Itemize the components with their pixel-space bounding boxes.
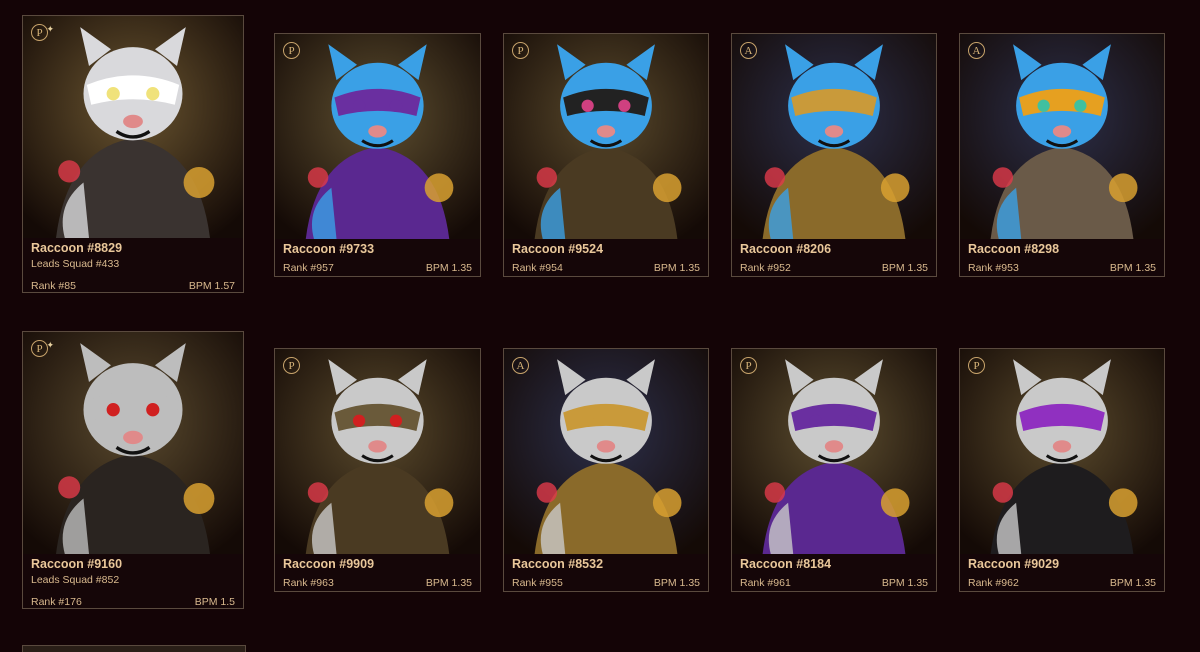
star-icon: ✦ <box>46 24 54 34</box>
bpm-label: BPM 1.35 <box>425 262 472 274</box>
raccoon-artwork <box>23 332 243 554</box>
raccoon-card[interactable]: P Raccoon #9029 Rank #962 BPM 1.35 <box>959 348 1165 592</box>
bpm-label: BPM 1.35 <box>653 262 700 274</box>
bpm-label: BPM 1.35 <box>653 577 700 589</box>
rank-label: Rank #961 <box>740 577 791 589</box>
raccoon-artwork <box>504 349 708 554</box>
squad-label: Leads Squad #433 <box>31 258 120 270</box>
raccoon-card[interactable]: P ✦ Raccoon #9160 Leads Squad #852 Rank #176… <box>22 331 244 609</box>
rank-label: Rank #963 <box>283 577 334 589</box>
rank-label: Rank #952 <box>740 262 791 274</box>
bpm-label: BPM 1.35 <box>1109 262 1156 274</box>
card-info: Raccoon #9909 Rank #963 BPM 1.35 <box>283 557 472 589</box>
card-info: Raccoon #9733 Rank #957 BPM 1.35 <box>283 242 472 274</box>
rank-bpm-row: Rank #962 BPM 1.35 <box>968 577 1156 589</box>
rarity-badge-icon: A <box>512 357 529 374</box>
bpm-label: BPM 1.35 <box>881 577 928 589</box>
raccoon-artwork <box>732 349 936 554</box>
card-title: Raccoon #9160 <box>31 557 123 571</box>
card-title: Raccoon #8298 <box>968 242 1060 256</box>
star-icon: ✦ <box>46 340 54 350</box>
card-info: Raccoon #8206 Rank #952 BPM 1.35 <box>740 242 928 274</box>
rank-bpm-row: Rank #955 BPM 1.35 <box>512 577 700 589</box>
rank-label: Rank #954 <box>512 262 563 274</box>
rarity-badge-icon: P <box>283 42 300 59</box>
rank-label: Rank #955 <box>512 577 563 589</box>
rank-label: Rank #957 <box>283 262 334 274</box>
rank-label: Rank #953 <box>968 262 1019 274</box>
rank-label: Rank #176 <box>31 596 82 608</box>
card-title: Raccoon #9524 <box>512 242 604 256</box>
rarity-badge-icon: A <box>968 42 985 59</box>
rank-bpm-row: Rank #952 BPM 1.35 <box>740 262 928 274</box>
rarity-badge-icon: P ✦ <box>31 24 54 41</box>
card-title: Raccoon #8829 <box>31 241 123 255</box>
raccoon-card[interactable]: P Raccoon #9909 Rank #963 BPM 1.35 <box>274 348 481 592</box>
rank-bpm-row: Rank #954 BPM 1.35 <box>512 262 700 274</box>
raccoon-card[interactable]: P Raccoon #8184 Rank #961 BPM 1.35 <box>731 348 937 592</box>
card-info: Raccoon #9029 Rank #962 BPM 1.35 <box>968 557 1156 589</box>
bpm-label: BPM 1.35 <box>881 262 928 274</box>
rarity-badge-icon: P <box>283 357 300 374</box>
rank-bpm-row: Rank #963 BPM 1.35 <box>283 577 472 589</box>
rank-bpm-row: Rank #953 BPM 1.35 <box>968 262 1156 274</box>
raccoon-artwork <box>960 34 1164 239</box>
rank-bpm-row: Rank #176 BPM 1.5 <box>31 596 235 608</box>
card-info: Raccoon #9524 Rank #954 BPM 1.35 <box>512 242 700 274</box>
rarity-badge-icon: P <box>968 357 985 374</box>
raccoon-artwork <box>960 349 1164 554</box>
rarity-badge-icon: A <box>740 42 757 59</box>
bpm-label: BPM 1.5 <box>194 596 235 608</box>
raccoon-card[interactable]: A Raccoon #8206 Rank #952 BPM 1.35 <box>731 33 937 277</box>
raccoon-card[interactable]: A Raccoon #8532 Rank #955 BPM 1.35 <box>503 348 709 592</box>
card-title: Raccoon #9733 <box>283 242 375 256</box>
rank-label: Rank #85 <box>31 280 76 292</box>
rarity-badge-icon: P <box>740 357 757 374</box>
raccoon-card[interactable]: A Raccoon #8298 Rank #953 BPM 1.35 <box>959 33 1165 277</box>
bpm-label: BPM 1.35 <box>1109 577 1156 589</box>
raccoon-card[interactable]: P Raccoon #9733 Rank #957 BPM 1.35 <box>274 33 481 277</box>
raccoon-artwork <box>504 34 708 239</box>
card-info: Raccoon #8829 Leads Squad #433 Rank #85 BPM… <box>31 241 235 292</box>
rank-bpm-row: Rank #85 BPM 1.57 <box>31 280 235 292</box>
squad-label: Leads Squad #852 <box>31 574 120 586</box>
raccoon-artwork <box>23 16 243 238</box>
bpm-label: BPM 1.57 <box>188 280 235 292</box>
card-info: Raccoon #8532 Rank #955 BPM 1.35 <box>512 557 700 589</box>
card-title: Raccoon #9029 <box>968 557 1060 571</box>
rank-bpm-row: Rank #961 BPM 1.35 <box>740 577 928 589</box>
raccoon-artwork <box>275 34 480 239</box>
bpm-label: BPM 1.35 <box>425 577 472 589</box>
card-title: Raccoon #8532 <box>512 557 604 571</box>
card-title: Raccoon #9909 <box>283 557 375 571</box>
rarity-badge-icon: P ✦ <box>31 340 54 357</box>
raccoon-card[interactable]: P Raccoon #9524 Rank #954 BPM 1.35 <box>503 33 709 277</box>
rank-label: Rank #962 <box>968 577 1019 589</box>
raccoon-artwork <box>732 34 936 239</box>
card-info: Raccoon #9160 Leads Squad #852 Rank #176 BP… <box>31 557 235 608</box>
card-info: Raccoon #8184 Rank #961 BPM 1.35 <box>740 557 928 589</box>
raccoon-artwork <box>275 349 480 554</box>
card-title: Raccoon #8184 <box>740 557 832 571</box>
card-info: Raccoon #8298 Rank #953 BPM 1.35 <box>968 242 1156 274</box>
raccoon-card[interactable]: P ✦ Raccoon #8829 Leads Squad #433 Rank #85 B… <box>22 15 244 293</box>
card-title: Raccoon #8206 <box>740 242 832 256</box>
rarity-badge-icon: P <box>512 42 529 59</box>
rank-bpm-row: Rank #957 BPM 1.35 <box>283 262 472 274</box>
